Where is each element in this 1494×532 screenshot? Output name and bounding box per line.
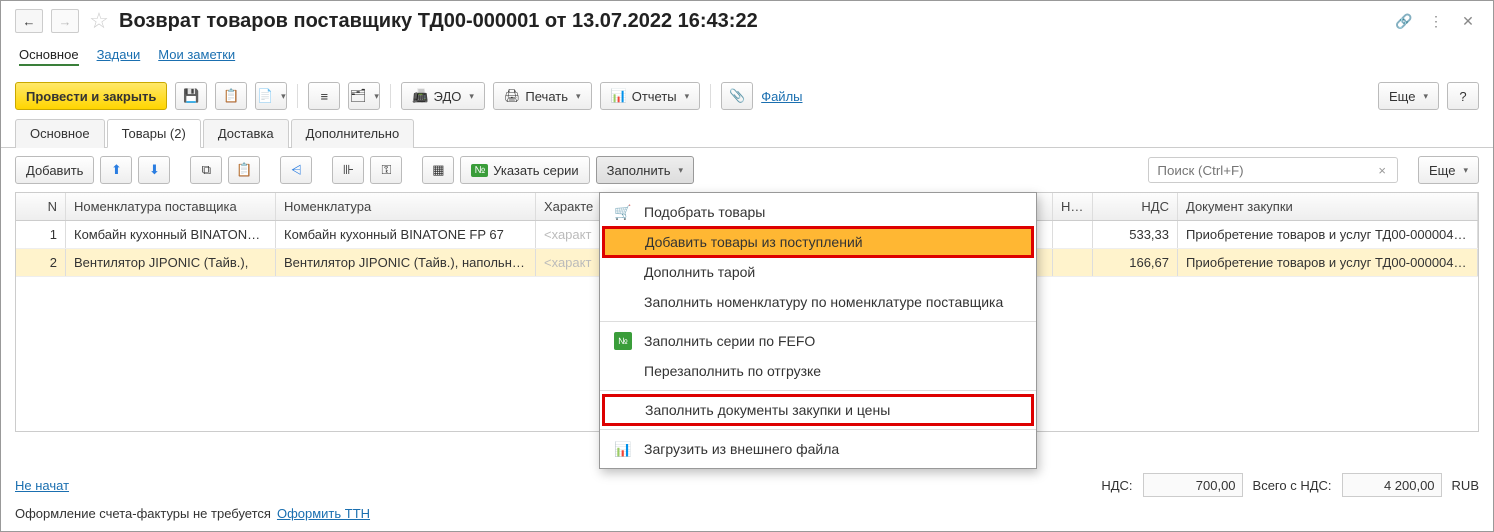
col-supplier-nom[interactable]: Номенклатура поставщика bbox=[66, 193, 276, 220]
share-button[interactable]: ⩤ bbox=[280, 156, 312, 184]
barcode-button[interactable]: ⊪ bbox=[332, 156, 364, 184]
grid-button[interactable]: ▦ bbox=[422, 156, 454, 184]
separator bbox=[297, 84, 298, 108]
menu-fill-by-supplier[interactable]: Заполнить номенклатуру по номенклатуре п… bbox=[600, 287, 1036, 317]
post-and-close-button[interactable]: Провести и закрыть bbox=[15, 82, 167, 110]
stamp-button[interactable]: ⚿ bbox=[370, 156, 402, 184]
nav-tasks[interactable]: Задачи bbox=[97, 45, 141, 66]
specify-series-button[interactable]: №Указать серии bbox=[460, 156, 589, 184]
link-icon[interactable]: 🔗 bbox=[1393, 10, 1415, 32]
nav-back-button[interactable]: ← bbox=[15, 9, 43, 33]
menu-separator bbox=[600, 429, 1036, 430]
menu-add-tare[interactable]: Дополнить тарой bbox=[600, 257, 1036, 287]
menu-add-from-receipts[interactable]: Добавить товары из поступлений bbox=[602, 226, 1034, 258]
total-value: 4 200,00 bbox=[1342, 473, 1442, 497]
create-based-on-button[interactable]: 📄 bbox=[255, 82, 287, 110]
move-up-button[interactable]: ⬆ bbox=[100, 156, 132, 184]
nav-forward-button[interactable]: → bbox=[51, 9, 79, 33]
invoice-note: Оформление счета-фактуры не требуется bbox=[15, 506, 271, 521]
fill-dropdown-button[interactable]: Заполнить bbox=[596, 156, 694, 184]
post-button[interactable]: 📋 bbox=[215, 82, 247, 110]
attach-button[interactable]: 📎 bbox=[721, 82, 753, 110]
col-n[interactable]: N bbox=[16, 193, 66, 220]
tab-main[interactable]: Основное bbox=[15, 119, 105, 148]
copy-button[interactable]: ⧉ bbox=[190, 156, 222, 184]
separator bbox=[390, 84, 391, 108]
menu-separator bbox=[600, 390, 1036, 391]
menu-pick-goods[interactable]: 🛒 Подобрать товары bbox=[600, 197, 1036, 227]
help-button[interactable]: ? bbox=[1447, 82, 1479, 110]
edo-button[interactable]: 📠ЭДО bbox=[401, 82, 485, 110]
kebab-menu-icon[interactable]: ⋮ bbox=[1425, 10, 1447, 32]
save-button[interactable]: 💾 bbox=[175, 82, 207, 110]
paste-button[interactable]: 📋 bbox=[228, 156, 260, 184]
series-badge-icon: № bbox=[614, 332, 632, 350]
currency-label: RUB bbox=[1452, 478, 1479, 493]
print-button[interactable]: 🖨Печать bbox=[493, 82, 592, 110]
separator bbox=[710, 84, 711, 108]
nds-value: 700,00 bbox=[1143, 473, 1243, 497]
menu-fill-docs-prices[interactable]: Заполнить документы закупки и цены bbox=[602, 394, 1034, 426]
close-icon[interactable]: ✕ bbox=[1457, 10, 1479, 32]
menu-load-file[interactable]: 📊 Загрузить из внешнего файла bbox=[600, 434, 1036, 464]
col-nds[interactable]: НДС bbox=[1093, 193, 1178, 220]
nds-label: НДС: bbox=[1101, 478, 1132, 493]
menu-separator bbox=[600, 321, 1036, 322]
col-nds-label[interactable]: НДС bbox=[1053, 193, 1093, 220]
search-input[interactable] bbox=[1148, 157, 1398, 183]
favorite-star-icon[interactable]: ☆ bbox=[87, 9, 111, 33]
series-badge-icon: № bbox=[471, 164, 488, 177]
search-clear-button[interactable]: × bbox=[1378, 163, 1386, 178]
printer-icon: 🖨 bbox=[504, 88, 521, 104]
cart-icon: 🛒 bbox=[614, 203, 632, 221]
reports-button[interactable]: 📊Отчеты bbox=[600, 82, 701, 110]
col-doc[interactable]: Документ закупки bbox=[1178, 193, 1478, 220]
files-link[interactable]: Файлы bbox=[761, 89, 802, 104]
total-label: Всего с НДС: bbox=[1253, 478, 1332, 493]
tab-delivery[interactable]: Доставка bbox=[203, 119, 289, 148]
printer-icon: 📠 bbox=[412, 88, 428, 104]
fill-dropdown-menu: 🛒 Подобрать товары Добавить товары из по… bbox=[599, 192, 1037, 469]
move-down-button[interactable]: ⬇ bbox=[138, 156, 170, 184]
nav-main[interactable]: Основное bbox=[19, 45, 79, 66]
subtoolbar-more-button[interactable]: Еще bbox=[1418, 156, 1479, 184]
nav-notes[interactable]: Мои заметки bbox=[158, 45, 235, 66]
structure-button[interactable]: 🗂 bbox=[348, 82, 380, 110]
add-row-button[interactable]: Добавить bbox=[15, 156, 94, 184]
spreadsheet-icon: 📊 bbox=[614, 440, 632, 458]
chart-icon: 📊 bbox=[611, 88, 627, 104]
col-nom[interactable]: Номенклатура bbox=[276, 193, 536, 220]
tab-extra[interactable]: Дополнительно bbox=[291, 119, 415, 148]
menu-refill-shipment[interactable]: Перезаполнить по отгрузке bbox=[600, 356, 1036, 386]
more-button[interactable]: Еще bbox=[1378, 82, 1439, 110]
page-title: Возврат товаров поставщику ТД00-000001 о… bbox=[119, 10, 1385, 33]
status-link[interactable]: Не начат bbox=[15, 478, 69, 493]
menu-fill-fefo[interactable]: № Заполнить серии по FEFO bbox=[600, 326, 1036, 356]
list-button[interactable]: ≡ bbox=[308, 82, 340, 110]
tab-goods[interactable]: Товары (2) bbox=[107, 119, 201, 148]
ttn-link[interactable]: Оформить ТТН bbox=[277, 506, 370, 521]
